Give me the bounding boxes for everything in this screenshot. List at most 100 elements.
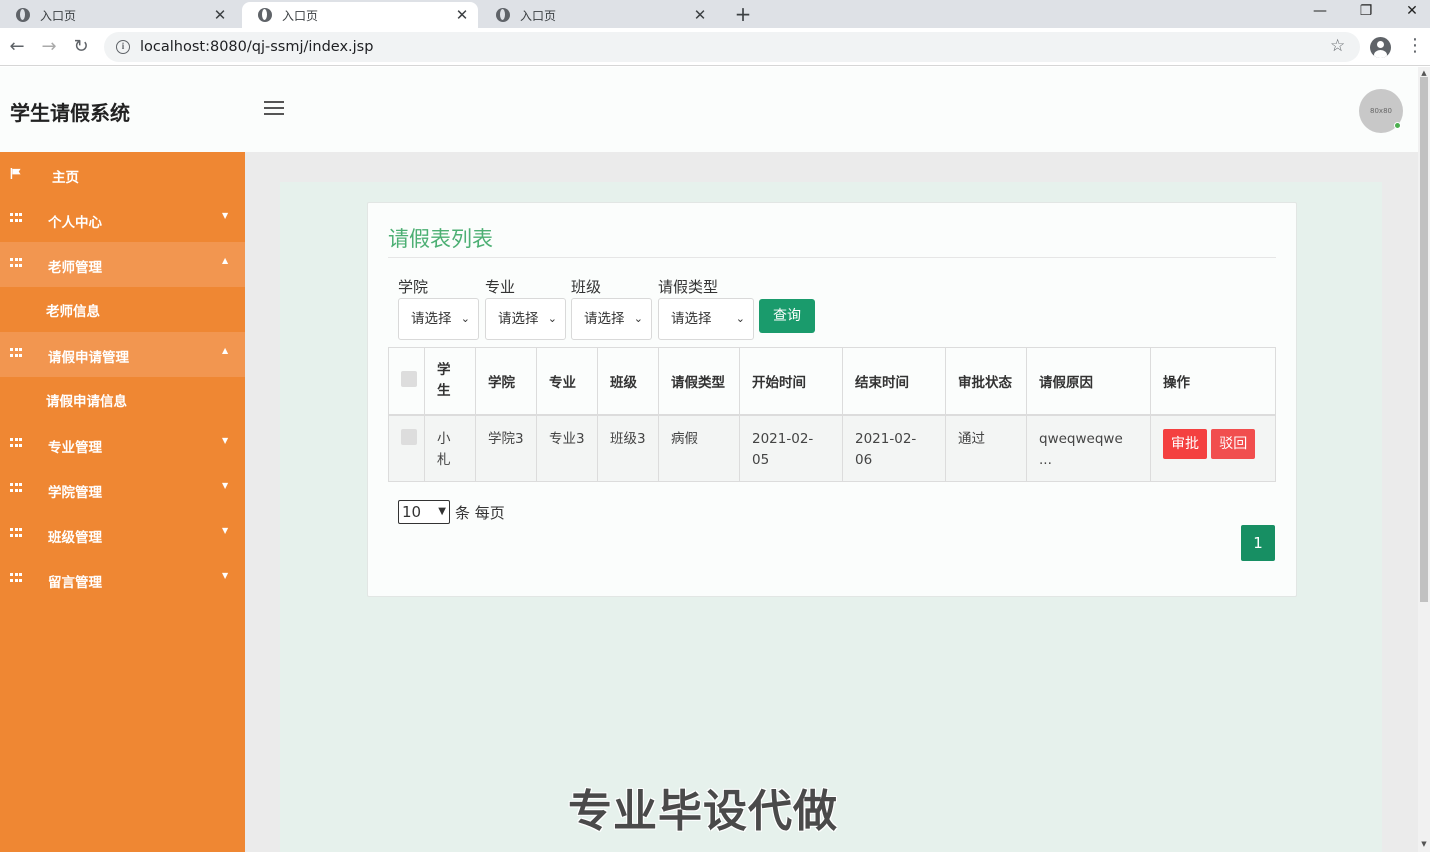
browser-tab-1[interactable]: 入口页 ✕ <box>0 2 236 28</box>
sidebar-item-teacher-management[interactable]: 老师管理 ▲ <box>0 242 245 287</box>
url-field[interactable]: i localhost:8080/qj-ssmj/index.jsp <box>104 32 1360 62</box>
sidebar-subitem-label: 老师信息 <box>46 304 100 320</box>
cell-college: 学院3 <box>475 414 537 482</box>
tab-title: 入口页 <box>520 8 557 23</box>
window-close-icon[interactable]: ✕ <box>1389 0 1430 24</box>
col-header-end-time: 结束时间 <box>842 347 946 416</box>
cell-start-time: 2021-02-05 <box>739 414 843 482</box>
hamburger-icon[interactable] <box>264 101 284 117</box>
col-header-reason: 请假原因 <box>1026 347 1151 416</box>
address-bar: ← → ↻ i localhost:8080/qj-ssmj/index.jsp… <box>0 28 1430 66</box>
sidebar-subitem-label: 请假申请信息 <box>46 394 127 410</box>
approve-button[interactable]: 审批 <box>1163 428 1207 459</box>
reload-icon[interactable]: ↻ <box>70 36 92 58</box>
info-icon[interactable]: i <box>116 40 130 54</box>
forward-icon[interactable]: → <box>38 36 60 58</box>
new-tab-icon[interactable]: + <box>733 2 753 26</box>
select-value: 请选择 <box>584 311 625 327</box>
cell-status: 通过 <box>945 414 1027 482</box>
chevron-down-icon: ⌄ <box>547 312 557 325</box>
sidebar-item-message-management[interactable]: 留言管理 ▼ <box>0 557 245 602</box>
bookmark-star-icon[interactable]: ☆ <box>1330 36 1345 56</box>
sidebar-item-label: 班级管理 <box>48 530 102 546</box>
filter-select-major[interactable]: 请选择 ⌄ <box>485 298 566 340</box>
tab-title: 入口页 <box>40 8 77 23</box>
leave-list-card: 请假表列表 学院 专业 班级 请假类型 请选择 ⌄ 请选择 ⌄ 请选择 ⌄ 请选… <box>367 202 1297 597</box>
table-row: 小札 学院3 专业3 班级3 病假 2021-02-05 2021-02-06 … <box>388 414 1276 482</box>
sidebar-item-label: 留言管理 <box>48 575 102 591</box>
minimize-icon[interactable]: — <box>1297 0 1343 24</box>
sidebar: 主页 个人中心 ▼ 老师管理 ▲ 老师信息 请假申请管理 ▲ 请假申请信息 专业… <box>0 152 245 852</box>
page-size-label: 条 每页 <box>455 504 505 522</box>
close-icon[interactable]: ✕ <box>210 6 230 24</box>
filter-label-major: 专业 <box>485 278 516 296</box>
pagination-page-1[interactable]: 1 <box>1241 525 1275 561</box>
profile-icon[interactable] <box>1370 37 1391 58</box>
grid-icon <box>10 438 22 449</box>
cell-student: 小札 <box>424 414 476 482</box>
cell-leave-type: 病假 <box>658 414 740 482</box>
scroll-down-icon[interactable]: ▼ <box>1418 840 1430 848</box>
cell-end-time: 2021-02-06 <box>842 414 946 482</box>
cell-reason: qweqweqwe ... <box>1026 414 1151 482</box>
leave-table: 学生 学院 专业 班级 请假类型 开始时间 结束时间 审批状态 请假原因 操作 … <box>388 347 1276 482</box>
col-header-start-time: 开始时间 <box>739 347 843 416</box>
sidebar-item-label: 专业管理 <box>48 440 102 456</box>
select-value: 请选择 <box>671 311 712 327</box>
col-header-student: 学生 <box>424 347 476 416</box>
col-header-status: 审批状态 <box>945 347 1027 416</box>
back-icon[interactable]: ← <box>6 36 28 58</box>
close-icon[interactable]: ✕ <box>690 6 710 24</box>
browser-menu-icon[interactable]: ⋮ <box>1406 36 1424 56</box>
caret-down-icon: ▼ <box>222 436 229 445</box>
cell-class: 班级3 <box>597 414 659 482</box>
grid-icon <box>10 573 22 584</box>
sidebar-subitem-teacher-info[interactable]: 老师信息 <box>0 287 245 332</box>
row-checkbox[interactable] <box>401 428 417 445</box>
caret-down-icon: ▼ <box>222 526 229 535</box>
sidebar-subitem-leave-info[interactable]: 请假申请信息 <box>0 377 245 422</box>
scrollbar-thumb[interactable] <box>1420 77 1428 602</box>
caret-down-icon: ▼ <box>222 211 229 220</box>
browser-tab-2[interactable]: 入口页 ✕ <box>242 2 478 28</box>
filter-select-class[interactable]: 请选择 ⌄ <box>571 298 652 340</box>
caret-down-icon: ▼ <box>222 481 229 490</box>
filter-label-college: 学院 <box>398 278 429 296</box>
scroll-up-icon[interactable]: ▲ <box>1418 69 1430 77</box>
grid-icon <box>10 213 22 224</box>
caret-down-icon: ▼ <box>222 571 229 580</box>
query-button[interactable]: 查询 <box>759 299 815 333</box>
sidebar-item-home[interactable]: 主页 <box>0 152 245 197</box>
select-all-checkbox[interactable] <box>401 370 417 387</box>
grid-icon <box>10 483 22 494</box>
globe-icon <box>496 8 510 22</box>
watermark-text: 专业毕设代做 <box>568 786 838 837</box>
chevron-down-icon: ⌄ <box>633 312 643 325</box>
browser-tab-3[interactable]: 入口页 ✕ <box>480 2 716 28</box>
sidebar-item-profile[interactable]: 个人中心 ▼ <box>0 197 245 242</box>
col-header-actions: 操作 <box>1150 347 1276 416</box>
table-header-row: 学生 学院 专业 班级 请假类型 开始时间 结束时间 审批状态 请假原因 操作 <box>388 347 1276 416</box>
online-status-dot <box>1394 122 1401 129</box>
filter-label-leave-type: 请假类型 <box>658 278 719 296</box>
app-header: 学生请假系统 80x80 <box>0 67 1418 152</box>
reject-button[interactable]: 驳回 <box>1211 428 1256 459</box>
sidebar-item-leave-management[interactable]: 请假申请管理 ▲ <box>0 332 245 377</box>
restore-icon[interactable]: ❐ <box>1343 0 1389 24</box>
filter-select-college[interactable]: 请选择 ⌄ <box>398 298 479 340</box>
select-value: 请选择 <box>411 311 452 327</box>
sidebar-item-major-management[interactable]: 专业管理 ▼ <box>0 422 245 467</box>
close-icon[interactable]: ✕ <box>452 6 472 24</box>
chevron-down-icon: ⌄ <box>460 312 470 325</box>
select-all-cell <box>388 347 425 416</box>
sidebar-item-college-management[interactable]: 学院管理 ▼ <box>0 467 245 512</box>
filter-select-leave-type[interactable]: 请选择 ⌄ <box>658 298 754 340</box>
app-brand: 学生请假系统 <box>10 101 130 125</box>
scrollbar[interactable]: ▲ ▼ <box>1418 67 1430 852</box>
sidebar-item-class-management[interactable]: 班级管理 ▼ <box>0 512 245 557</box>
col-header-class: 班级 <box>597 347 659 416</box>
globe-icon <box>16 8 30 22</box>
page-size-select[interactable]: 10 ▼ <box>398 500 450 524</box>
col-header-college: 学院 <box>475 347 537 416</box>
sidebar-item-label: 主页 <box>52 170 79 186</box>
